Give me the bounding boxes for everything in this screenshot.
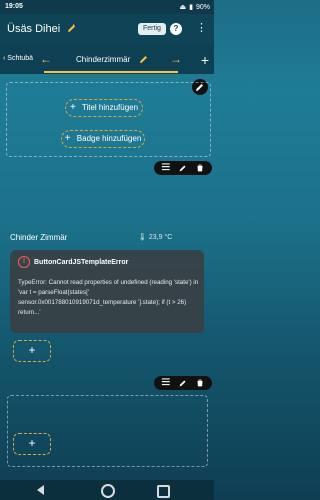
edit-tab-icon[interactable] — [138, 53, 150, 65]
plus-icon: + — [28, 343, 36, 357]
chevron-left-icon: ‹ — [3, 55, 6, 62]
arrow-right-icon[interactable]: → — [170, 52, 182, 66]
done-button[interactable]: Fertig — [138, 23, 166, 35]
back-triangle-icon[interactable] — [37, 485, 44, 495]
trash-icon[interactable] — [195, 378, 205, 388]
app-bar: Üsäs Dihei Fertig ? ⋮ — [0, 14, 214, 45]
battery-level: 90% — [195, 3, 210, 11]
add-badge-button[interactable]: + Badge hinzufügen — [61, 130, 145, 148]
android-navigation-bar — [0, 480, 214, 500]
help-button[interactable]: ? — [170, 23, 182, 35]
status-time: 19:05 — [5, 3, 23, 10]
tab-back-to-schtuba[interactable]: ‹ Schtubä — [3, 55, 33, 62]
add-badge-label: Badge hinzufügen — [76, 134, 142, 143]
add-card-button[interactable]: + — [13, 340, 51, 362]
room-temperature: 🌡 23,9 °C — [138, 233, 172, 241]
section-actions-2: ≡ — [154, 374, 212, 392]
view-tabs: ‹ Schtubä ← Chinderzimmär → + — [0, 45, 214, 74]
edit-icon[interactable] — [178, 378, 188, 388]
add-title-button[interactable]: + Titel hinzufügen — [65, 99, 143, 117]
app-title: Üsäs Dihei — [7, 23, 61, 35]
template-error-card: ! ButtonCardJSTemplateError TypeError: C… — [10, 250, 204, 333]
add-view-icon[interactable]: + — [201, 52, 209, 68]
add-card-button-2[interactable]: + — [13, 433, 51, 455]
arrow-left-icon[interactable]: ← — [40, 52, 52, 66]
edit-title-icon[interactable] — [66, 22, 78, 34]
edit-icon[interactable] — [178, 163, 188, 173]
battery-icon: ▮ — [189, 4, 193, 11]
tab-label: Chinderzimmär — [76, 55, 131, 64]
drag-handle-icon[interactable]: ≡ — [161, 159, 170, 177]
plus-icon: + — [69, 102, 76, 113]
section-actions: ≡ — [154, 159, 212, 177]
plus-icon: + — [28, 436, 36, 450]
home-circle-icon[interactable] — [101, 484, 115, 498]
error-title: ButtonCardJSTemplateError — [34, 258, 129, 266]
error-icon: ! — [18, 256, 30, 268]
tab-back-label: Schtubä — [7, 55, 33, 62]
drag-handle-icon[interactable]: ≡ — [161, 374, 170, 392]
temperature-value: 23,9 °C — [148, 234, 173, 241]
section-placeholder — [7, 395, 208, 467]
status-bar: 19:05 ⏏ ▮ 90% — [0, 0, 214, 14]
signal-icon: ⏏ — [179, 4, 187, 11]
plus-icon: + — [64, 133, 71, 144]
add-title-label: Titel hinzufügen — [81, 103, 139, 112]
recent-apps-icon[interactable] — [157, 485, 170, 498]
error-message: TypeError: Cannot read properties of und… — [18, 279, 199, 316]
room-name: Chinder Zimmär — [10, 233, 68, 242]
active-tab-indicator — [44, 71, 178, 73]
more-options-icon[interactable]: ⋮ — [196, 23, 207, 37]
tab-chinderzimmar[interactable]: ← Chinderzimmär → — [38, 52, 184, 73]
trash-icon[interactable] — [195, 163, 205, 173]
thermometer-icon: 🌡 — [138, 234, 147, 241]
